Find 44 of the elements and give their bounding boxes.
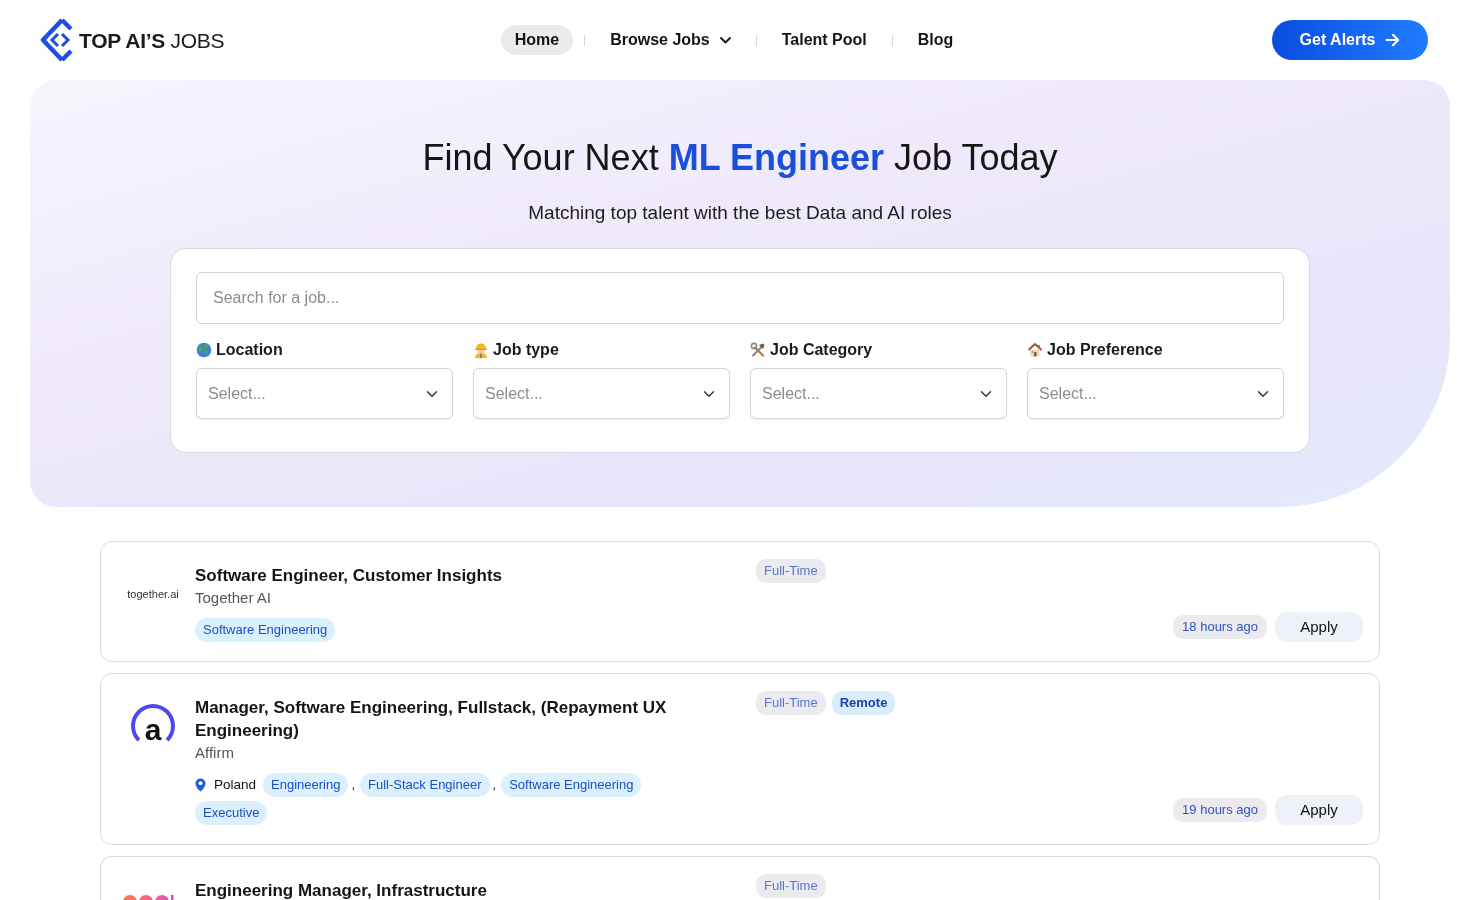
hero-title: Find Your Next ML Engineer Job Today <box>421 136 1059 180</box>
filter-label: Job Category <box>770 340 873 360</box>
logo-icon <box>40 17 74 63</box>
chevron-down-icon <box>719 36 731 44</box>
category-tag[interactable]: Software Engineering <box>501 773 642 797</box>
category-tag[interactable]: Full-Stack Engineer <box>360 773 490 797</box>
posted-time: 19 hours ago <box>1173 798 1267 822</box>
filter-label: Location <box>216 340 283 360</box>
job-title[interactable]: Software Engineer, Customer Insights <box>195 564 685 587</box>
posted-time: 18 hours ago <box>1173 615 1267 639</box>
logo-text[interactable]: TOP AI’S JOBS <box>79 29 225 51</box>
company-name: Affirm <box>195 743 235 763</box>
tag-separator: , <box>492 776 497 795</box>
employment-type-badge: Full-Time <box>756 559 826 583</box>
seniority-tag[interactable]: Executive <box>195 801 268 825</box>
job-location: Poland <box>214 775 257 794</box>
apply-button[interactable]: Apply <box>1275 795 1363 825</box>
location-pin-icon <box>195 778 206 792</box>
company-logo: together.ai <box>127 586 179 602</box>
get-alerts-button[interactable]: Get Alerts <box>1272 20 1428 60</box>
company-logo: a <box>131 706 175 746</box>
house-icon <box>1027 342 1043 358</box>
job-title[interactable]: Engineering Manager, Infrastructure <box>195 879 685 900</box>
employment-type-badge: Full-Time <box>756 691 826 715</box>
job-title[interactable]: Manager, Software Engineering, Fullstack, (Repayment UX Engineering) <box>195 696 685 742</box>
worker-icon <box>473 342 489 358</box>
company-name: Together AI <box>195 588 272 608</box>
category-tag[interactable]: Engineering <box>263 773 349 797</box>
nav-link[interactable]: Home <box>500 25 574 55</box>
tools-icon <box>750 342 766 358</box>
nav-link[interactable]: Blog <box>903 25 968 55</box>
nav-link[interactable]: Talent Pool <box>767 25 881 55</box>
filter-label: Job Preference <box>1047 340 1163 360</box>
hero-subtitle: Matching top talent with the best Data and AI roles <box>527 201 953 225</box>
search-field[interactable]: Search for a job... <box>196 272 1284 324</box>
employment-type-badge: Full-Time <box>756 874 826 898</box>
apply-button[interactable]: Apply <box>1275 612 1363 642</box>
filter-label: Job type <box>493 340 559 360</box>
tag-separator: , <box>351 776 356 795</box>
arrow-right-icon <box>1385 33 1401 47</box>
nav-dropdown[interactable]: Browse Jobs <box>596 25 745 55</box>
globe-icon <box>196 342 212 358</box>
category-tag[interactable]: Software Engineering <box>195 618 336 642</box>
work-mode-badge: Remote <box>831 691 896 715</box>
